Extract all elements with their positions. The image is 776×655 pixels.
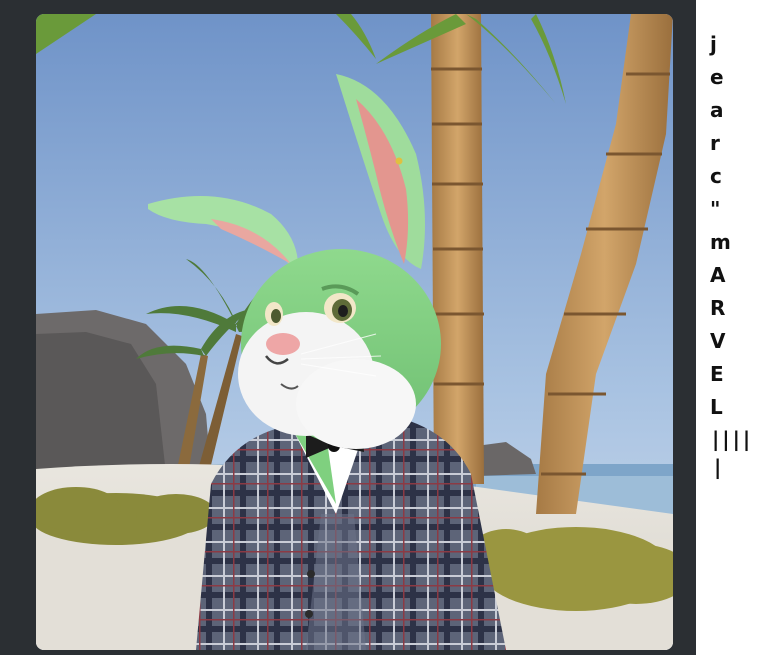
side-text-column: j e a r c " m A R V E L |||| | xyxy=(704,28,770,480)
side-text-line: E xyxy=(710,362,724,386)
side-text-line: a xyxy=(710,98,724,122)
rabbit-beach-image xyxy=(36,14,673,650)
side-text-pipes: |||| xyxy=(712,427,754,451)
side-text-line: R xyxy=(710,296,726,320)
side-text-line: " xyxy=(710,197,721,221)
side-text-line: c xyxy=(710,164,722,188)
side-text-line: m xyxy=(710,230,731,254)
side-text-line: A xyxy=(710,263,726,287)
image-card[interactable] xyxy=(36,14,673,650)
side-text-line: j xyxy=(710,32,717,56)
side-text-line: e xyxy=(710,65,724,89)
side-text-line: V xyxy=(710,329,726,353)
side-text-line: L xyxy=(710,395,723,419)
side-text-line: r xyxy=(710,131,720,155)
side-text-pipe: | xyxy=(714,455,722,479)
